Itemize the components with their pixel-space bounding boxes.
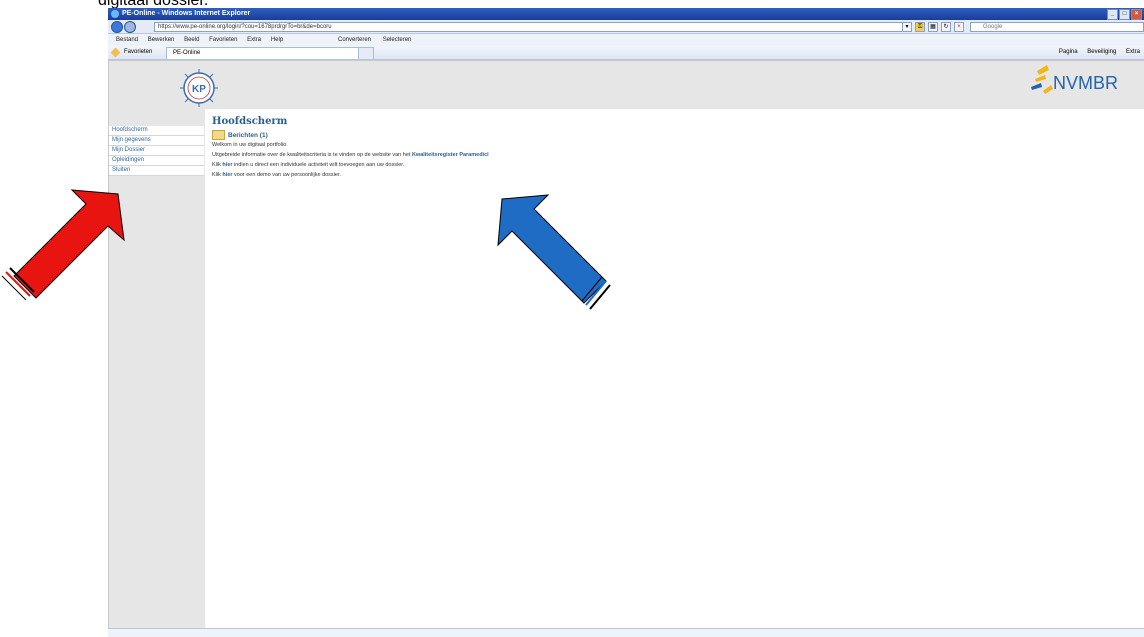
favorites-label[interactable]: Favorieten bbox=[124, 46, 152, 59]
berichten-label: Berichten (1) bbox=[228, 131, 268, 139]
convert-button[interactable]: Converteren bbox=[338, 37, 371, 43]
line3-prefix: Klik bbox=[212, 172, 223, 178]
minimize-button[interactable]: _ bbox=[1107, 9, 1118, 20]
menu-bewerken[interactable]: Bewerken bbox=[148, 37, 175, 43]
page-title: Hoofdscherm bbox=[212, 116, 288, 127]
address-row: https://www.pe-online.org/login/?cou=167… bbox=[108, 20, 1144, 34]
line2-suffix: indien u direct een individuele activite… bbox=[232, 162, 405, 168]
line2-prefix: Klik bbox=[212, 162, 223, 168]
sidebar-item-sluiten[interactable]: Sluiten bbox=[109, 166, 204, 176]
close-button[interactable]: × bbox=[1131, 9, 1142, 20]
tab-pe-online[interactable]: PE-Online bbox=[166, 47, 364, 59]
menu-favorieten[interactable]: Favorieten bbox=[209, 37, 237, 43]
add-activity-text: Klik hier indien u direct een individuel… bbox=[212, 160, 1132, 170]
window-title: PE-Online - Windows Internet Explorer bbox=[122, 10, 251, 17]
url-text: ://www.pe-online.org/login/?cou=1678prdr… bbox=[171, 24, 332, 30]
add-activity-link[interactable]: hier bbox=[222, 162, 232, 168]
stop-icon[interactable]: × bbox=[954, 22, 964, 32]
web-page: KP NVMBR Hoofdscherm Mijn gegevens Mijn … bbox=[108, 60, 1144, 637]
dropdown-icon[interactable]: ▾ bbox=[902, 22, 912, 32]
demo-link[interactable]: hier bbox=[222, 172, 232, 178]
kp-logo: KP bbox=[180, 69, 218, 107]
lock-icon[interactable]: ⚿ bbox=[915, 22, 925, 32]
kp-logo-text: KP bbox=[192, 84, 206, 95]
ie-icon bbox=[111, 10, 119, 18]
favorites-star-icon[interactable] bbox=[110, 47, 121, 58]
url-prefix: https bbox=[158, 24, 172, 30]
welcome-text: Welkom in uw digitaal portfolio. bbox=[212, 142, 288, 148]
nvmbr-logo: NVMBR bbox=[1031, 65, 1118, 94]
maximize-button[interactable]: □ bbox=[1119, 9, 1130, 20]
menu-help[interactable]: Help bbox=[271, 37, 283, 43]
kwaliteitsregister-link[interactable]: Kwaliteitsregister Paramedici bbox=[412, 152, 489, 158]
select-button[interactable]: Selecteren bbox=[383, 37, 412, 43]
status-bar bbox=[108, 628, 1144, 637]
blue-arrow bbox=[497, 194, 611, 310]
menu-bestand[interactable]: Bestand bbox=[116, 37, 138, 43]
nvmbr-logo-text: NVMBR bbox=[1053, 73, 1118, 93]
sidebar-item-opleidingen[interactable]: Opleidingen bbox=[109, 156, 204, 166]
forward-button[interactable] bbox=[124, 21, 136, 33]
berichten-link[interactable]: Berichten (1) bbox=[212, 130, 1132, 140]
menu-bar: Bestand Bewerken Beeld Favorieten Extra … bbox=[108, 34, 1144, 46]
red-arrow bbox=[1, 189, 125, 301]
sidebar-item-hoofdscherm[interactable]: Hoofdscherm bbox=[109, 126, 204, 136]
address-bar[interactable]: https://www.pe-online.org/login/?cou=167… bbox=[154, 22, 905, 32]
main-content: Hoofdscherm Berichten (1) Welkom in uw d… bbox=[212, 116, 1132, 180]
site-header: KP NVMBR bbox=[109, 61, 1144, 109]
menu-beeld[interactable]: Beeld bbox=[184, 37, 199, 43]
browser-window: PE-Online - Windows Internet Explorer _ … bbox=[108, 8, 1144, 637]
demo-text: Klik hier voor een demo van uw persoonli… bbox=[212, 170, 1132, 180]
title-bar: PE-Online - Windows Internet Explorer _ … bbox=[108, 8, 1144, 20]
envelope-icon bbox=[212, 130, 225, 140]
convert-toolbar: Converteren Selecteren bbox=[338, 34, 421, 46]
info-prefix: Uitgebreide informatie over de kwaliteit… bbox=[212, 152, 412, 158]
refresh-icon[interactable]: ↻ bbox=[941, 22, 951, 32]
search-input[interactable]: Google bbox=[970, 22, 1144, 32]
command-bar: Pagina Beveiliging Extra bbox=[1051, 46, 1140, 59]
window-controls: _ □ × bbox=[1107, 9, 1142, 20]
compat-icon[interactable]: ▦ bbox=[928, 22, 938, 32]
menu-extra[interactable]: Extra bbox=[247, 37, 261, 43]
new-tab-button[interactable] bbox=[358, 47, 374, 59]
command-extra[interactable]: Extra bbox=[1126, 49, 1140, 55]
command-pagina[interactable]: Pagina bbox=[1059, 49, 1078, 55]
sidebar-item-mijn-dossier[interactable]: Mijn Dossier bbox=[109, 146, 204, 156]
favorites-bar: Favorieten PE-Online Pagina Beveiliging … bbox=[108, 46, 1144, 60]
command-beveiliging[interactable]: Beveiliging bbox=[1087, 49, 1116, 55]
address-icons: ▾ ⚿ ▦ ↻ × bbox=[902, 22, 964, 32]
sidebar-item-mijn-gegevens[interactable]: Mijn gegevens bbox=[109, 136, 204, 146]
info-text: Uitgebreide informatie over de kwaliteit… bbox=[212, 150, 1132, 160]
line3-suffix: voor een demo van uw persoonlijke dossie… bbox=[232, 172, 342, 178]
back-button[interactable] bbox=[111, 21, 123, 33]
